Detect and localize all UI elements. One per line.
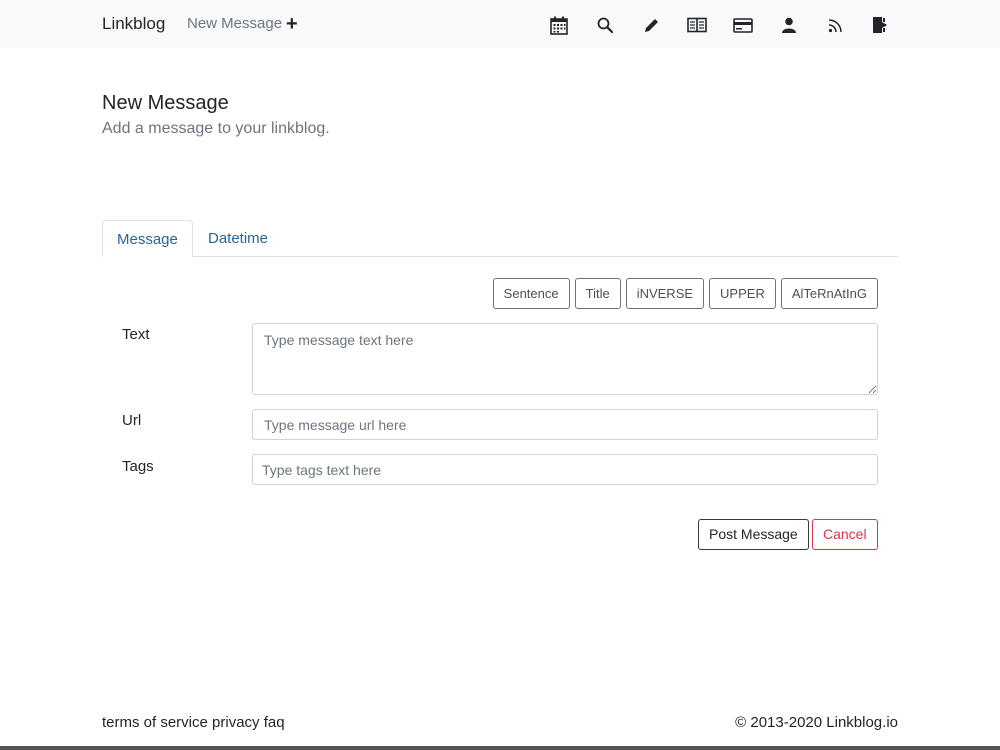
logout-icon[interactable] [870,14,892,36]
faq-link[interactable]: faq [264,714,285,731]
tab-message[interactable]: Message [102,220,193,257]
title-case-button[interactable]: Title [574,278,621,309]
search-icon[interactable] [594,14,616,36]
page-subtitle: Add a message to your linkblog. [102,120,330,137]
calendar-icon[interactable] [548,14,570,36]
tags-input[interactable] [252,454,878,485]
rss-icon[interactable] [824,14,846,36]
privacy-link[interactable]: privacy [212,714,260,731]
copyright: © 2013-2020 Linkblog.io [735,714,898,731]
tab-datetime[interactable]: Datetime [194,220,282,257]
tab-bar: Message Datetime [102,220,898,257]
post-message-button[interactable]: Post Message [698,519,809,550]
bottom-divider [0,746,1000,750]
cancel-button[interactable]: Cancel [812,519,878,550]
brand-link[interactable]: Linkblog [102,14,165,34]
upper-case-button[interactable]: UPPER [709,278,776,309]
inverse-case-button[interactable]: iNVERSE [625,278,705,309]
terms-link[interactable]: terms of service [102,714,208,731]
credit-card-icon[interactable] [732,14,754,36]
new-message-link[interactable]: New Message + [187,12,298,35]
url-input[interactable] [252,409,878,440]
text-label: Text [122,326,150,343]
navbar: Linkblog New Message + [0,0,1000,48]
book-icon[interactable] [686,14,708,36]
alternating-case-button[interactable]: AlTeRnAtInG [780,278,878,309]
tags-label: Tags [122,458,154,475]
user-icon[interactable] [778,14,800,36]
case-button-group: Sentence Title iNVERSE UPPER AlTeRnAtInG [488,278,878,309]
message-text-field[interactable] [252,323,878,395]
pencil-icon[interactable] [640,14,662,36]
nav-icons [548,14,892,36]
sentence-case-button[interactable]: Sentence [492,278,570,309]
plus-icon: + [286,12,298,35]
new-message-label: New Message [187,15,283,32]
footer-links: terms of service privacy faq [102,714,285,731]
page-title: New Message [102,92,229,114]
url-label: Url [122,412,142,429]
